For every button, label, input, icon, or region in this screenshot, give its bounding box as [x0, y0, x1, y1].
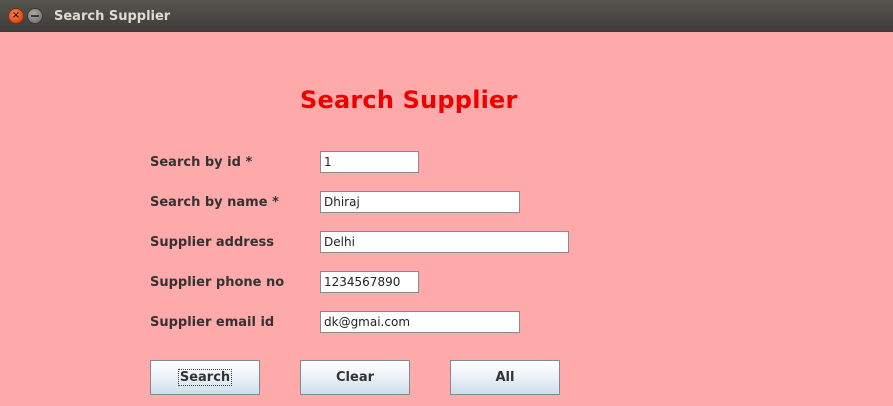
close-icon: ×: [11, 10, 21, 21]
search-by-name-label: Search by name *: [150, 195, 279, 210]
minimize-window-button[interactable]: [27, 8, 43, 24]
supplier-address-label: Supplier address: [150, 235, 274, 250]
search-button[interactable]: Search: [150, 360, 260, 395]
close-window-button[interactable]: ×: [8, 8, 24, 24]
minimize-icon: [31, 15, 39, 17]
page-title: Search Supplier: [300, 86, 518, 114]
clear-button[interactable]: Clear: [300, 360, 410, 395]
supplier-phone-label: Supplier phone no: [150, 275, 285, 290]
clear-button-label: Clear: [336, 370, 374, 385]
search-button-label: Search: [177, 369, 233, 386]
supplier-address-input[interactable]: Delhi: [320, 231, 569, 253]
search-by-id-input[interactable]: 1: [320, 151, 419, 173]
window-titlebar: × Search Supplier: [0, 0, 893, 32]
supplier-email-label: Supplier email id: [150, 315, 275, 330]
search-by-name-input[interactable]: Dhiraj: [320, 191, 520, 213]
supplier-email-input[interactable]: dk@gmai.com: [320, 311, 520, 333]
search-by-id-label: Search by id *: [150, 155, 253, 170]
all-button-label: All: [495, 370, 515, 385]
window-title: Search Supplier: [54, 9, 171, 24]
supplier-phone-input[interactable]: 1234567890: [320, 271, 419, 293]
all-button[interactable]: All: [450, 360, 560, 395]
